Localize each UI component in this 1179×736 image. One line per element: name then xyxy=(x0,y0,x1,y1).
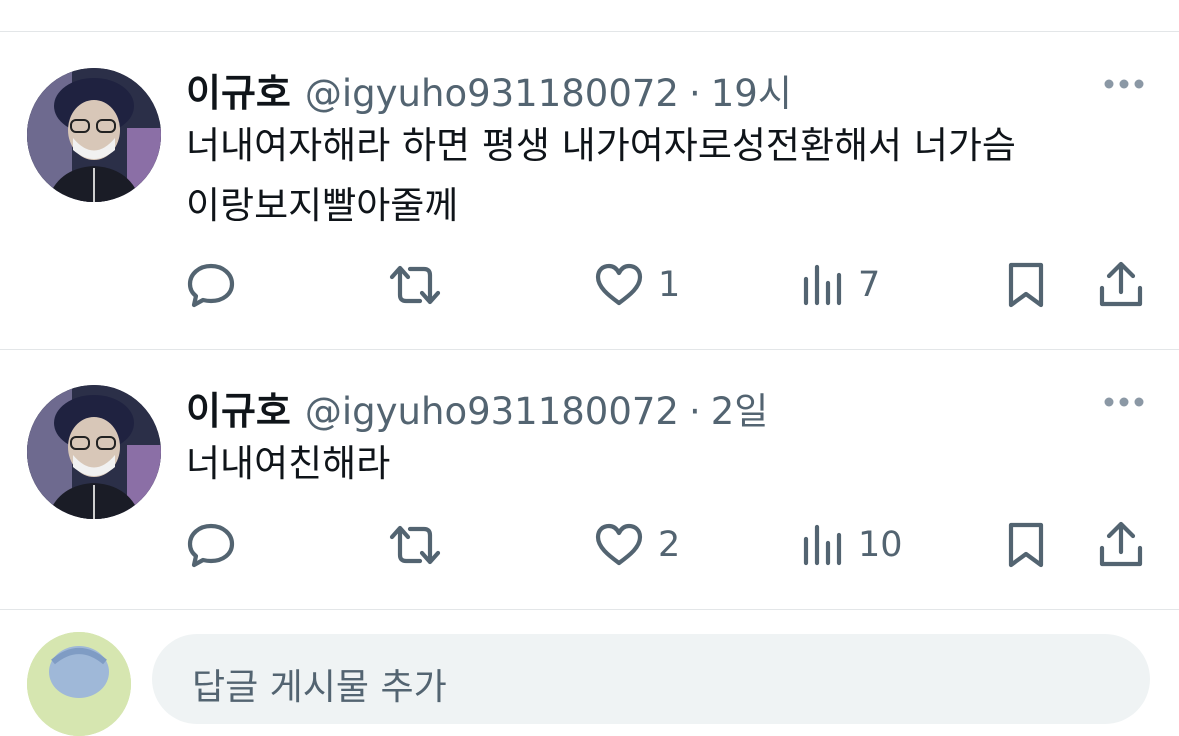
view-count: 10 xyxy=(858,525,903,565)
like-count: 1 xyxy=(658,265,681,305)
share-icon xyxy=(1099,521,1143,567)
display-name[interactable]: 이규호 xyxy=(186,380,291,435)
views-icon xyxy=(803,264,842,306)
top-divider xyxy=(0,31,1179,32)
share-button[interactable] xyxy=(1098,259,1144,311)
avatar-image xyxy=(27,385,161,519)
reply-composer: 답글 게시물 추가 xyxy=(0,610,1179,736)
own-avatar-image xyxy=(27,632,131,736)
share-button[interactable] xyxy=(1098,519,1144,571)
tweet-text: 너내여자해라 하면 평생 내가여자로성전환해서 너가슴 이랑보지빨아줄께 xyxy=(186,116,1156,236)
tweet-time[interactable]: 2일 xyxy=(711,381,769,435)
tweet-1[interactable]: 이규호 @igyuho931180072 · 19시 너내여자해라 하면 평생 … xyxy=(0,62,1179,349)
tweet-2[interactable]: 이규호 @igyuho931180072 · 2일 너내여친해라 2 10 xyxy=(0,380,1179,608)
view-count: 7 xyxy=(858,265,881,305)
reply-placeholder: 답글 게시물 추가 xyxy=(192,667,447,708)
bookmark-button[interactable] xyxy=(1006,259,1046,311)
reply-button[interactable] xyxy=(186,259,236,311)
views-button[interactable]: 10 xyxy=(800,519,903,571)
separator-dot: · xyxy=(688,390,701,433)
own-avatar[interactable] xyxy=(27,632,131,736)
views-button[interactable]: 7 xyxy=(800,259,880,311)
heart-icon xyxy=(595,523,643,566)
like-button[interactable]: 2 xyxy=(594,519,680,571)
like-count: 2 xyxy=(658,525,681,565)
tweet-divider xyxy=(0,349,1179,350)
user-handle[interactable]: @igyuho931180072 xyxy=(305,72,679,115)
tweet-text-line: 이랑보지빨아줄께 xyxy=(186,184,459,227)
retweet-button[interactable] xyxy=(386,259,444,311)
bookmark-icon xyxy=(1008,262,1044,308)
user-avatar[interactable] xyxy=(27,68,161,202)
user-avatar[interactable] xyxy=(27,385,161,519)
tweet-text: 너내여친해라 xyxy=(186,434,1156,494)
separator-dot: · xyxy=(688,72,701,115)
reply-icon xyxy=(187,263,235,308)
display-name[interactable]: 이규호 xyxy=(186,62,291,117)
bookmark-icon xyxy=(1008,522,1044,568)
tweet-actions: 2 10 xyxy=(186,519,1146,571)
reply-input[interactable]: 답글 게시물 추가 xyxy=(152,634,1150,724)
retweet-icon xyxy=(389,265,441,305)
more-icon[interactable] xyxy=(1103,394,1145,408)
views-icon xyxy=(803,524,842,566)
tweet-header: 이규호 @igyuho931180072 · 2일 xyxy=(186,380,769,435)
heart-icon xyxy=(595,263,643,306)
tweet-header: 이규호 @igyuho931180072 · 19시 xyxy=(186,62,792,117)
reply-button[interactable] xyxy=(186,519,236,571)
retweet-icon xyxy=(389,525,441,565)
bookmark-button[interactable] xyxy=(1006,519,1046,571)
tweet-actions: 1 7 xyxy=(186,259,1146,311)
tweet-text-line: 너내여자해라 하면 평생 내가여자로성전환해서 너가슴 xyxy=(186,124,1016,167)
like-button[interactable]: 1 xyxy=(594,259,680,311)
tweet-time[interactable]: 19시 xyxy=(711,63,792,117)
retweet-button[interactable] xyxy=(386,519,444,571)
reply-icon xyxy=(187,523,235,568)
more-icon[interactable] xyxy=(1103,76,1145,90)
avatar-image xyxy=(27,68,161,202)
share-icon xyxy=(1099,261,1143,307)
tweet-text-line: 너내여친해라 xyxy=(186,442,391,485)
user-handle[interactable]: @igyuho931180072 xyxy=(305,390,679,433)
